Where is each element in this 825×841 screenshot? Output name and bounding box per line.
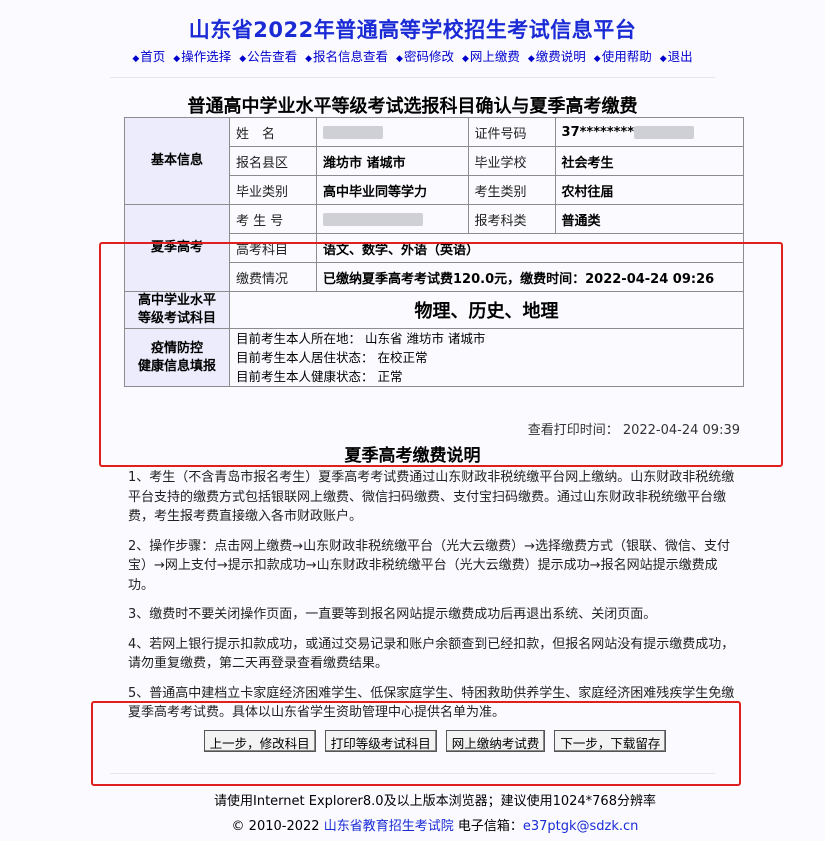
browser-note: 请使用Internet Explorer8.0及以上版本浏览器；建议使用1024…: [214, 794, 656, 809]
note-item: 1、考生（不含青岛市报名考生）夏季高考考试费通过山东财政非税统缴平台网上缴纳。山…: [128, 470, 735, 524]
exam-type-value: 农村往届: [554, 175, 745, 205]
note-item: 3、缴费时不要关闭操作页面，一直要等到报名网站提示缴费成功后再退出系统、关闭页面…: [128, 607, 657, 622]
nav-usage-help[interactable]: ◆使用帮助: [594, 49, 652, 64]
grad-type-label: 毕业类别: [229, 175, 317, 205]
grad-type-value: 高中毕业同等学力: [316, 175, 469, 205]
nav-payment-help[interactable]: ◆缴费说明: [528, 49, 586, 64]
school-label: 毕业学校: [467, 146, 556, 176]
top-nav: ◆首页 ◆操作选择 ◆公告查看 ◆报名信息查看 ◆密码修改 ◆网上缴费 ◆缴费说…: [0, 46, 825, 65]
diamond-icon: ◆: [593, 54, 601, 64]
nav-home[interactable]: ◆首页: [132, 49, 165, 64]
county-label: 报名县区: [229, 146, 317, 176]
org-link[interactable]: 山东省教育招生考试院: [324, 819, 454, 834]
diamond-icon: ◆: [239, 54, 247, 64]
nav-registration-info[interactable]: ◆报名信息查看: [305, 49, 388, 64]
diamond-icon: ◆: [461, 54, 469, 64]
highlight-box: [99, 242, 783, 467]
county-value: 潍坊市 诸城市: [316, 146, 469, 176]
name-value: [316, 117, 469, 147]
redacted-block: [323, 212, 423, 226]
exam-type-label: 考生类别: [467, 175, 556, 205]
diamond-icon: ◆: [132, 54, 140, 64]
site-title: 山东省2022年普通高等学校招生考试信息平台: [188, 18, 637, 42]
nav-online-payment[interactable]: ◆网上缴费: [462, 49, 520, 64]
nav-operation[interactable]: ◆操作选择: [173, 49, 231, 64]
category-label: 报考科类: [467, 204, 556, 234]
payment-notes: 1、考生（不含青岛市报名考生）夏季高考考试费通过山东财政非税统缴平台网上缴纳。山…: [128, 468, 740, 733]
page-title: 普通高中学业水平等级考试选报科目确认与夏季高考缴费: [187, 96, 638, 117]
exam-number-value: [316, 204, 469, 234]
diamond-icon: ◆: [527, 54, 535, 64]
diamond-icon: ◆: [396, 54, 403, 64]
section-basic: 基本信息: [124, 117, 230, 205]
nav-announcements[interactable]: ◆公告查看: [239, 49, 297, 64]
footer-copyright: © 2010-2022 山东省教育招生考试院 电子信箱：e37ptgk@sdzk…: [231, 819, 639, 834]
redacted-block: [634, 125, 695, 139]
diamond-icon: ◆: [659, 54, 667, 64]
id-value: 37********: [554, 117, 745, 147]
id-label: 证件号码: [467, 117, 556, 147]
redacted-block: [323, 125, 383, 139]
category-value: 普通类: [554, 204, 745, 234]
highlight-box: [91, 701, 741, 786]
note-item: 2、操作步骤：点击网上缴费→山东财政非税统缴平台（光大云缴费）→选择缴费方式（银…: [128, 538, 731, 593]
name-label: 姓 名: [229, 117, 317, 147]
email-link[interactable]: e37ptgk@sdzk.cn: [523, 819, 639, 834]
diamond-icon: ◆: [173, 54, 181, 64]
school-value: 社会考生: [554, 146, 745, 176]
exam-number-label: 考 生 号: [229, 204, 317, 234]
note-item: 4、若网上银行提示扣款成功，或通过交易记录和账户余额查到已经扣款，但报名网站没有…: [128, 636, 735, 672]
nav-logout[interactable]: ◆退出: [660, 49, 693, 64]
nav-password[interactable]: ◆密码修改: [396, 49, 454, 64]
diamond-icon: ◆: [305, 54, 313, 64]
divider: [110, 77, 715, 78]
